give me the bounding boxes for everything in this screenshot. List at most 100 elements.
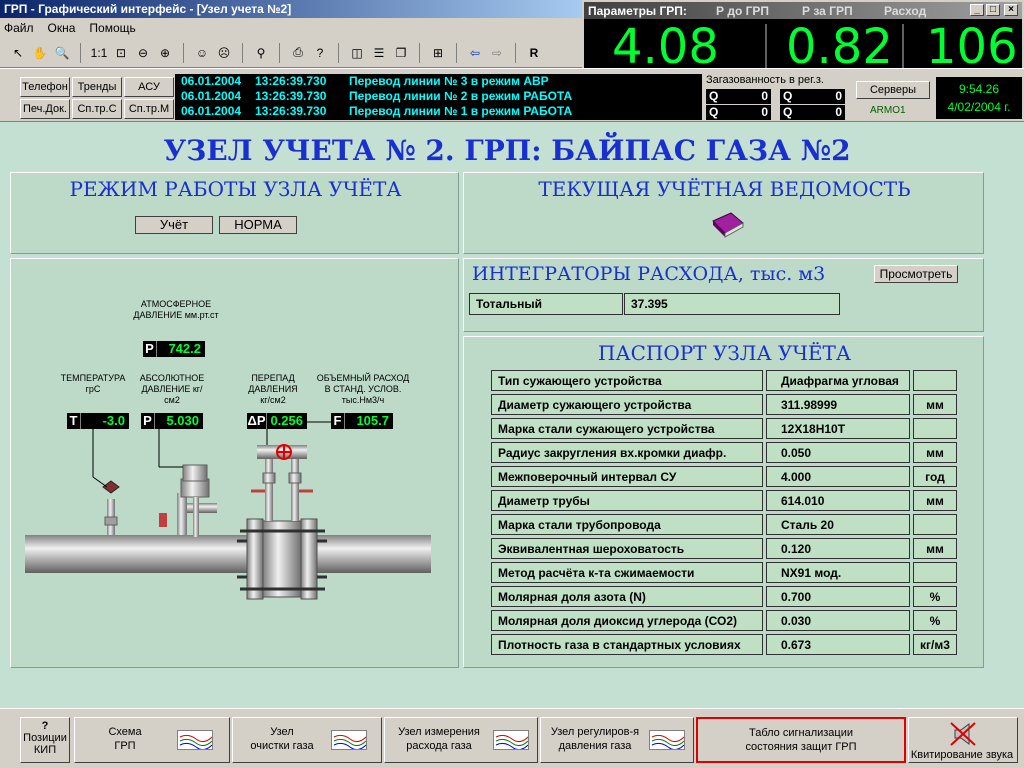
asu-button[interactable]: АСУ	[124, 77, 174, 97]
gas-label: Загазованность в рег.з.	[706, 74, 824, 86]
flow-metering-button[interactable]: Узел измерения расхода газа	[384, 717, 538, 763]
minimize-button[interactable]: _	[970, 4, 984, 16]
chart-wave-icon	[649, 730, 685, 750]
passport-row: Марка стали трубопровода Сталь 20	[491, 514, 957, 535]
passport-name-cell: Метод расчёта к-та сжимаемости	[491, 562, 763, 583]
help-icon[interactable]: ?	[310, 43, 330, 63]
passport-name-cell: Диаметр сужающего устройства	[491, 394, 763, 415]
phone-button[interactable]: Телефон	[20, 77, 70, 97]
clock-time: 9:54.26	[958, 82, 1000, 96]
passport-name-cell: Радиус закругления вх.кромки диафр.	[491, 442, 763, 463]
view-button[interactable]: Просмотреть	[874, 265, 958, 283]
passport-unit-cell	[913, 370, 957, 391]
tree-icon[interactable]: ⊞	[428, 43, 448, 63]
passport-unit-cell: кг/м3	[913, 634, 957, 655]
passport-value-cell: 0.030	[766, 610, 910, 631]
layout-rows-icon[interactable]: ☰	[369, 43, 389, 63]
menu-windows[interactable]: Окна	[48, 21, 76, 35]
zoom-fit-icon[interactable]: ⊡	[111, 43, 131, 63]
layout-columns-icon[interactable]: ◫	[347, 43, 367, 63]
event-log: 06.01.2004 13:26:39.730 Перевод линии № 3 …	[175, 74, 702, 120]
event-row: 06.01.2004 13:26:39.730 Перевод линии № 2 …	[181, 89, 573, 103]
binoculars-icon[interactable]: ⚲	[251, 43, 271, 63]
pointer-icon[interactable]: ↖	[8, 43, 28, 63]
passport-value-cell: 0.700	[766, 586, 910, 607]
book-icon[interactable]	[711, 209, 745, 239]
refresh-r-icon[interactable]: R	[524, 43, 544, 63]
param-value-p-after: 0.82	[786, 19, 893, 75]
report-panel-title: ТЕКУЩАЯ УЧЁТНАЯ ВЕДОМОСТЬ	[538, 177, 911, 201]
passport-row: Межповерочный интервал СУ 4.000 год	[491, 466, 957, 487]
trends-button[interactable]: Тренды	[72, 77, 122, 97]
atm-pressure-label: АТМОСФЕРНОЕ ДАВЛЕНИЕ мм.рт.ст	[133, 299, 219, 320]
passport-row: Диаметр трубы 614.010 мм	[491, 490, 957, 511]
passport-name-cell: Марка стали трубопровода	[491, 514, 763, 535]
station-label: ARMO1	[870, 105, 906, 116]
zoom-out-icon[interactable]: ⊖	[133, 43, 153, 63]
cascade-icon[interactable]: ❐	[391, 43, 411, 63]
passport-name-cell: Молярная доля азота (N)	[491, 586, 763, 607]
dp-label: ПЕРЕПАД ДАВЛЕНИЯ кг/см2	[248, 373, 298, 405]
integrator-value: 37.395	[624, 293, 840, 315]
pipeline-diagram	[25, 421, 431, 600]
mode-panel-title: РЕЖИМ РАБОТЫ УЗЛА УЧЁТА	[69, 177, 402, 201]
sound-acknowledge-button[interactable]: Квитирование звука	[908, 717, 1018, 763]
zoom-in-icon[interactable]: ⊕	[155, 43, 175, 63]
toolbar: ↖ ✋ 🔍 1:1 ⊡ ⊖ ⊕ ☺ ☹ ⚲ ⎙ ? ◫ ☰ ❐ ⊞ ⇦ ⇨ R	[0, 38, 582, 68]
params-window-title: Параметры ГРП: Р до ГРП Р за ГРП Расход …	[584, 2, 1022, 19]
protection-status-board-button[interactable]: Табло сигнализации состояния защит ГРП	[696, 717, 906, 763]
temperature-label: ТЕМПЕРАТУРА грС	[60, 373, 126, 394]
pressure-regulation-button[interactable]: Узел регулиров-я давления газа	[540, 717, 694, 763]
passport-value-cell: 614.010	[766, 490, 910, 511]
menu-bar: Файл Окна Помощь	[0, 18, 582, 38]
passport-row: Плотность газа в стандартных условиях 0.6…	[491, 634, 957, 655]
params-window: Параметры ГРП: Р до ГРП Р за ГРП Расход …	[582, 0, 1024, 75]
menu-help[interactable]: Помощь	[89, 21, 135, 35]
hand-icon[interactable]: ✋	[30, 43, 50, 63]
gas-cell: Q0	[780, 105, 845, 120]
passport-value-cell: 12Х18Н10Т	[766, 418, 910, 439]
user-icon[interactable]: ☺	[192, 43, 212, 63]
arrow-left-icon[interactable]: ⇦	[465, 43, 485, 63]
event-row: 06.01.2004 13:26:39.730 Перевод линии № 1 …	[181, 104, 573, 118]
sp-tr-m-button[interactable]: Сп.тр.М	[124, 99, 174, 119]
window-title: ГРП - Графический интерфейс - [Узел учет…	[0, 0, 582, 18]
passport-name-cell: Плотность газа в стандартных условиях	[491, 634, 763, 655]
menu-file[interactable]: Файл	[4, 21, 34, 35]
clock-date: 4/02/2004 г.	[947, 100, 1011, 114]
close-button[interactable]: ×	[1004, 4, 1018, 16]
zoom-actual-icon[interactable]: 1:1	[89, 43, 109, 63]
grp-scheme-button[interactable]: Схема ГРП	[74, 717, 230, 763]
page-title: УЗЕЛ УЧЕТА № 2. ГРП: БАЙПАС ГАЗА №2	[163, 134, 851, 167]
passport-row: Метод расчёта к-та сжимаемости NX91 мод.	[491, 562, 957, 583]
maximize-button[interactable]: □	[986, 4, 1000, 16]
gas-cleaning-button[interactable]: Узел очистки газа	[232, 717, 382, 763]
sp-tr-s-button[interactable]: Сп.тр.С	[72, 99, 122, 119]
print-icon[interactable]: ⎙	[288, 43, 308, 63]
gas-cell: Q0	[706, 105, 771, 120]
passport-unit-cell: мм	[913, 490, 957, 511]
mode-panel: РЕЖИМ РАБОТЫ УЗЛА УЧЁТА Учёт НОРМА	[10, 172, 459, 254]
mode-value: Учёт	[135, 216, 213, 234]
passport-value-cell: Диафрагма угловая	[766, 370, 910, 391]
passport-row: Марка стали сужающего устройства 12Х18Н10…	[491, 418, 957, 439]
magnifier-icon[interactable]: 🔍	[52, 43, 72, 63]
print-doc-button[interactable]: Печ.Док.	[20, 99, 70, 119]
passport-row: Молярная доля азота (N) 0.700%	[491, 586, 957, 607]
passport-unit-cell: мм	[913, 442, 957, 463]
passport-value-cell: 311.98999	[766, 394, 910, 415]
servers-button[interactable]: Серверы	[856, 81, 930, 99]
integrators-panel: ИНТЕГРАТОРЫ РАСХОДА, тыс. м3 Просмотреть…	[463, 258, 984, 332]
sound-off-icon	[950, 722, 976, 746]
passport-title: ПАСПОРТ УЗЛА УЧЁТА	[598, 341, 851, 365]
passport-unit-cell	[913, 514, 957, 535]
passport-unit-cell: мм	[913, 538, 957, 559]
param-value-flow: 106	[926, 19, 1018, 75]
passport-value-cell: Сталь 20	[766, 514, 910, 535]
dp-display: ΔP 0.256	[247, 413, 307, 429]
arrow-right-icon[interactable]: ⇨	[487, 43, 507, 63]
kip-positions-button[interactable]: ? Позиции КИП	[20, 717, 70, 763]
chart-wave-icon	[493, 730, 529, 750]
user-remove-icon[interactable]: ☹	[214, 43, 234, 63]
passport-row: Диаметр сужающего устройства 311.98999 мм	[491, 394, 957, 415]
